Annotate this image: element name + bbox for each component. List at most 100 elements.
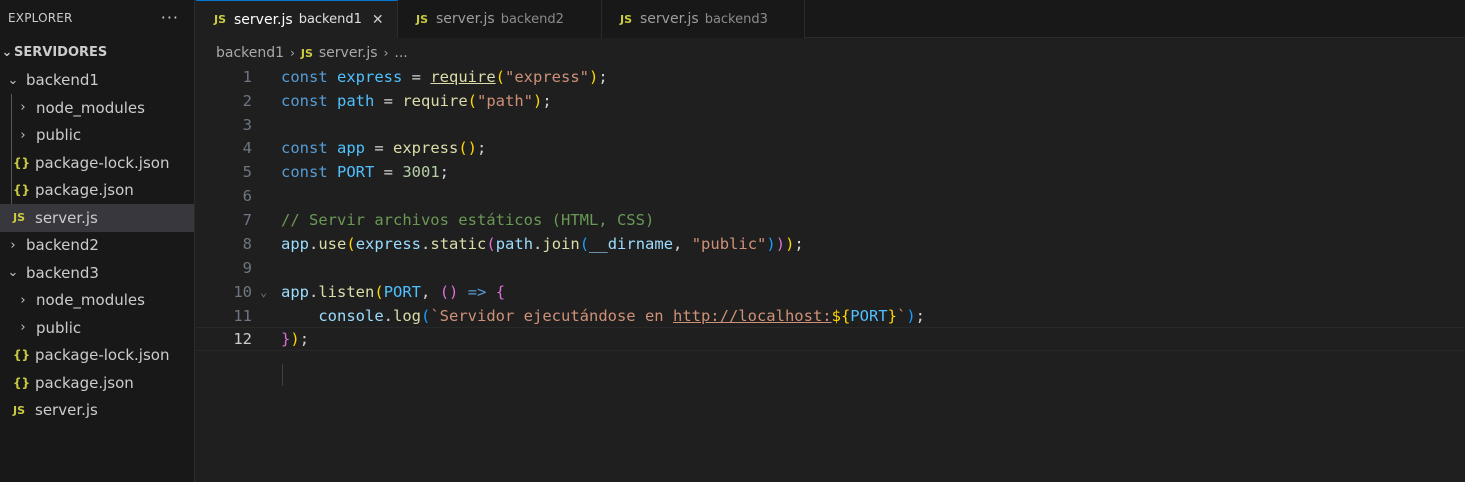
tree-item-label: package-lock.json [35,346,170,365]
tab-description: backend1 [298,12,362,27]
line-number: 2 [242,92,252,110]
tree-item-label: package-lock.json [35,153,170,172]
tree-item-label: backend3 [26,263,99,282]
workspace-section[interactable]: ⌄ SERVIDORES [0,39,194,67]
code-content: }); [281,330,310,348]
tab-server-js-backend1[interactable]: JS server.js backend1 ✕ [196,0,398,38]
code-content: const PORT = 3001; [281,163,450,181]
json-file-icon: {} [13,155,31,170]
js-file-icon: JS [214,13,227,26]
chevron-right-icon: › [20,320,26,336]
tree-file-package-lock-json[interactable]: {} package-lock.json [0,149,194,177]
line-number: 7 [242,211,252,229]
tree-item-label: node_modules [36,98,145,117]
code-line: 3 [196,113,1465,137]
json-file-icon: {} [13,183,31,198]
tree-item-label: public [36,126,82,145]
js-file-icon: JS [416,12,429,26]
tree-file-package-lock-json[interactable]: {} package-lock.json [0,342,194,370]
tree-folder-node-modules[interactable]: › node_modules [0,287,194,315]
js-file-icon: JS [13,211,26,225]
tab-description: backend2 [500,11,564,27]
backend1-children: › node_modules › public {} package-lock.… [0,94,194,232]
tab-label: server.js [436,11,495,27]
tree-file-package-json[interactable]: {} package.json [0,177,194,205]
code-line-current: 12 }); [196,327,1465,351]
line-number: 8 [242,235,252,253]
breadcrumb-file[interactable]: server.js [319,45,378,61]
tab-server-js-backend3[interactable]: JS server.js backend3 [602,0,805,38]
tree-folder-public[interactable]: › public [0,122,194,150]
vscode-window: EXPLORER ··· ⌄ SERVIDORES ⌄ backend1 › n… [0,0,1465,482]
tree-item-label: backend2 [26,236,99,255]
more-actions-icon[interactable]: ··· [161,9,179,26]
tree-folder-node-modules[interactable]: › node_modules [0,94,194,122]
tab-description: backend3 [704,11,768,27]
file-tree: ⌄ SERVIDORES ⌄ backend1 › node_modules ›… [0,39,194,424]
explorer-header: EXPLORER ··· [0,0,195,35]
code-line: 10 ⌄ app.listen(PORT, () => { [196,280,1465,304]
chevron-down-icon: ⌄ [7,72,19,88]
backend3-children: › node_modules › public {} package-lock.… [0,287,194,425]
tree-item-label: package.json [35,181,134,200]
js-file-icon: JS [300,46,313,60]
line-number: 10 [233,283,252,301]
js-file-icon: JS [13,403,26,417]
code-comment: // Servir archivos estáticos (HTML, CSS) [281,211,655,229]
breadcrumb: backend1 › JS server.js › ... [216,42,408,64]
tree-item-label: package.json [35,373,134,392]
json-file-icon: {} [13,375,31,390]
tree-item-label: backend1 [26,71,99,90]
code-content: const express = require("express"); [281,68,608,86]
tree-item-label: server.js [35,401,98,420]
line-number: 6 [242,187,252,205]
breadcrumb-more[interactable]: ... [394,45,407,61]
close-icon[interactable]: ✕ [372,12,384,28]
tab-label: server.js [640,11,699,27]
fold-chevron-icon[interactable]: ⌄ [260,285,267,299]
code-line: 7 // Servir archivos estáticos (HTML, CS… [196,208,1465,232]
code-editor[interactable]: 1 const express = require("express"); 2 … [196,64,1465,482]
code-content: app.use(express.static(path.join(__dirna… [281,235,804,253]
chevron-down-icon: ⌄ [7,265,19,281]
tree-file-server-js[interactable]: JS server.js [0,397,194,425]
code-line: 6 [196,184,1465,208]
line-number: 11 [233,307,252,325]
code-line: 8 app.use(express.static(path.join(__dir… [196,232,1465,256]
tree-file-package-json[interactable]: {} package.json [0,369,194,397]
chevron-right-icon: › [10,237,16,253]
explorer-title: EXPLORER [8,10,73,25]
tree-item-label: node_modules [36,291,145,310]
js-file-icon: JS [620,12,633,26]
line-number: 5 [242,163,252,181]
line-number: 3 [242,116,252,134]
tree-folder-backend1[interactable]: ⌄ backend1 [0,67,194,95]
chevron-right-icon: › [20,100,26,116]
json-file-icon: {} [13,348,31,363]
line-number: 4 [242,139,252,157]
tree-folder-backend2[interactable]: › backend2 [0,232,194,260]
code-line: 1 const express = require("express"); [196,65,1465,89]
code-content: console.log(`Servidor ejecutándose en ht… [318,307,925,325]
chevron-right-icon: › [383,46,389,60]
code-content: const path = require("path"); [281,92,552,110]
editor-tab-bar: JS server.js backend1 ✕ JS server.js bac… [196,0,1465,38]
explorer-sidebar: EXPLORER ··· ⌄ SERVIDORES ⌄ backend1 › n… [0,0,195,482]
code-line: 11 console.log(`Servidor ejecutándose en… [196,304,1465,328]
chevron-right-icon: › [290,46,295,60]
code-content: app.listen(PORT, () => { [281,283,506,301]
workspace-label: SERVIDORES [14,45,108,61]
tree-folder-public[interactable]: › public [0,314,194,342]
breadcrumb-folder[interactable]: backend1 [216,45,284,61]
tree-item-label: server.js [35,208,98,227]
line-number: 9 [242,259,252,277]
tree-file-server-js[interactable]: JS server.js [0,204,194,232]
tree-folder-backend3[interactable]: ⌄ backend3 [0,259,194,287]
code-line: 2 const path = require("path"); [196,89,1465,113]
tab-server-js-backend2[interactable]: JS server.js backend2 [398,0,602,38]
line-number: 1 [242,68,252,86]
tree-item-label: public [36,318,82,337]
code-line: 5 const PORT = 3001; [196,160,1465,184]
chevron-right-icon: › [20,292,26,308]
chevron-right-icon: › [20,127,26,143]
